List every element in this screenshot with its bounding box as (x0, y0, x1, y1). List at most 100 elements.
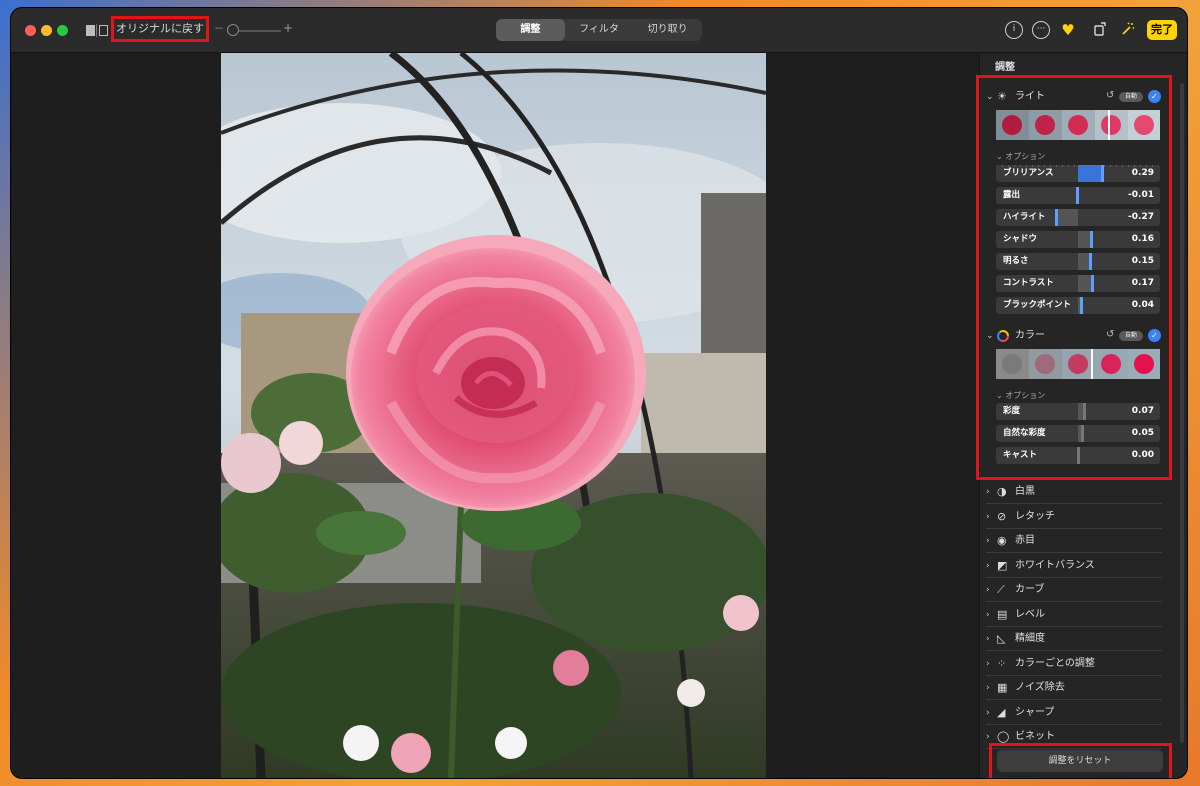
undo-icon[interactable]: ↺ (1106, 329, 1114, 340)
slider-value: 0.17 (1131, 278, 1154, 288)
color-section-header[interactable]: ⌄ カラー ↺ 自動 ✓ (986, 328, 1168, 344)
tool-row-6[interactable]: › ◺ 精細度 (986, 628, 1162, 651)
light-filmstrip[interactable] (996, 110, 1160, 140)
tab-filters[interactable]: フィルタ (565, 19, 634, 41)
sun-icon: ☀ (997, 90, 1007, 103)
chevron-right-icon[interactable]: › (986, 484, 990, 500)
filmstrip-marker[interactable] (1091, 349, 1093, 379)
magic-wand-icon[interactable] (1119, 21, 1137, 39)
tool-row-2[interactable]: › ◉ 赤目 (986, 530, 1162, 553)
undo-icon[interactable]: ↺ (1106, 90, 1114, 101)
chevron-right-icon[interactable]: › (986, 631, 990, 647)
slider-light-3[interactable]: シャドウ 0.16 (996, 231, 1160, 248)
bandage-icon: ⊘ (997, 509, 1007, 523)
tool-row-9[interactable]: › ◢ シャープ (986, 702, 1162, 725)
tool-label: 精細度 (1015, 633, 1045, 644)
auto-button[interactable]: 自動 (1119, 92, 1143, 102)
heart-icon[interactable]: ♥ (1059, 21, 1077, 39)
white-balance-icon: ◩ (997, 558, 1008, 572)
reset-adjustments-button[interactable]: 調整をリセット (997, 750, 1163, 772)
revert-to-original-button[interactable]: オリジナルに戻す (111, 16, 209, 42)
minimize-window-button[interactable] (41, 25, 52, 36)
slider-knob[interactable] (1089, 253, 1092, 270)
slider-label: ハイライト (1003, 212, 1046, 222)
chevron-right-icon[interactable]: › (986, 509, 990, 525)
slider-knob[interactable] (1091, 275, 1094, 292)
chevron-down-icon[interactable]: ⌄ (986, 89, 994, 105)
tool-row-4[interactable]: › ⟋ カーブ (986, 579, 1162, 602)
slider-knob[interactable] (1081, 425, 1084, 442)
chevron-right-icon[interactable]: › (986, 656, 990, 672)
slider-label: キャスト (1003, 450, 1038, 460)
tab-adjust[interactable]: 調整 (496, 19, 565, 41)
checkmark-icon[interactable]: ✓ (1148, 329, 1161, 342)
slider-light-6[interactable]: ブラックポイント 0.04 (996, 297, 1160, 314)
rotate-icon[interactable] (1091, 21, 1109, 39)
tab-crop[interactable]: 切り取り (633, 19, 702, 41)
chevron-right-icon[interactable]: › (986, 705, 990, 721)
rose-flower (346, 235, 646, 511)
slider-light-4[interactable]: 明るさ 0.15 (996, 253, 1160, 270)
slider-knob[interactable] (1077, 447, 1080, 464)
light-section-label: ライト (1015, 91, 1045, 102)
chevron-right-icon[interactable]: › (986, 607, 990, 623)
slider-light-2[interactable]: ハイライト -0.27 (996, 209, 1160, 226)
zoom-out-icon[interactable]: − (214, 21, 224, 35)
tool-label: シャープ (1015, 706, 1055, 718)
slider-label: 自然な彩度 (1003, 428, 1046, 438)
chevron-right-icon[interactable]: › (986, 533, 990, 549)
options-label: オプション (1005, 152, 1046, 161)
tool-row-5[interactable]: › ▤ レベル (986, 604, 1162, 627)
close-window-button[interactable] (25, 25, 36, 36)
slider-label: 露出 (1003, 190, 1021, 200)
tool-row-1[interactable]: › ⊘ レタッチ (986, 506, 1162, 529)
color-options-header[interactable]: ⌄ オプション (996, 390, 1045, 401)
zoom-in-icon[interactable]: + (283, 21, 293, 35)
color-filmstrip[interactable] (996, 349, 1160, 379)
more-icon[interactable]: ··· (1032, 21, 1050, 39)
light-section-header[interactable]: ⌄ ☀ ライト ↺ 自動 ✓ (986, 89, 1168, 105)
tool-label: ホワイトバランス (1015, 559, 1095, 571)
slider-label: 彩度 (1003, 406, 1021, 416)
slider-knob[interactable] (1076, 187, 1079, 204)
checkmark-icon[interactable]: ✓ (1148, 90, 1161, 103)
slider-knob[interactable] (1083, 403, 1086, 420)
done-button[interactable]: 完了 (1147, 20, 1177, 40)
slider-label: 明るさ (1003, 256, 1029, 266)
light-options-header[interactable]: ⌄ オプション (996, 151, 1045, 162)
tool-label: レベル (1015, 608, 1045, 620)
slider-light-5[interactable]: コントラスト 0.17 (996, 275, 1160, 292)
chevron-down-icon[interactable]: ⌄ (986, 328, 994, 344)
slider-color-0[interactable]: 彩度 0.07 (996, 403, 1160, 420)
slider-value: -0.27 (1128, 212, 1154, 222)
chevron-right-icon[interactable]: › (986, 680, 990, 696)
slider-label: ブラックポイント (1003, 300, 1072, 310)
slider-value: 0.00 (1131, 450, 1154, 460)
filmstrip-marker[interactable] (1108, 110, 1110, 140)
auto-button[interactable]: 自動 (1119, 331, 1143, 341)
chevron-right-icon[interactable]: › (986, 582, 990, 598)
slider-light-0[interactable]: ブリリアンス 0.29 (996, 165, 1160, 182)
slider-color-2[interactable]: キャスト 0.00 (996, 447, 1160, 464)
info-icon[interactable]: i (1005, 21, 1023, 39)
slider-knob[interactable] (1101, 165, 1104, 182)
slider-value: 0.04 (1131, 300, 1154, 310)
slider-light-1[interactable]: 露出 -0.01 (996, 187, 1160, 204)
fullscreen-window-button[interactable] (57, 25, 68, 36)
tool-row-0[interactable]: › ◑ 白黒 (986, 481, 1162, 504)
chevron-right-icon[interactable]: › (986, 558, 990, 574)
tool-label: 赤目 (1015, 535, 1035, 546)
tool-row-7[interactable]: › ⁘ カラーごとの調整 (986, 653, 1162, 676)
slider-color-1[interactable]: 自然な彩度 0.05 (996, 425, 1160, 442)
sidebar-scrollbar[interactable] (1180, 83, 1184, 743)
slider-knob[interactable] (1090, 231, 1093, 248)
slider-knob[interactable] (1080, 297, 1083, 314)
tool-row-3[interactable]: › ◩ ホワイトバランス (986, 555, 1162, 578)
slider-label: ブリリアンス (1003, 168, 1054, 178)
before-after-toggle-icon[interactable] (86, 24, 108, 37)
tool-row-8[interactable]: › ▦ ノイズ除去 (986, 677, 1162, 700)
zoom-slider-knob[interactable] (227, 24, 239, 36)
levels-icon: ▤ (997, 607, 1008, 621)
edited-photo[interactable] (221, 53, 766, 778)
slider-knob[interactable] (1055, 209, 1058, 226)
